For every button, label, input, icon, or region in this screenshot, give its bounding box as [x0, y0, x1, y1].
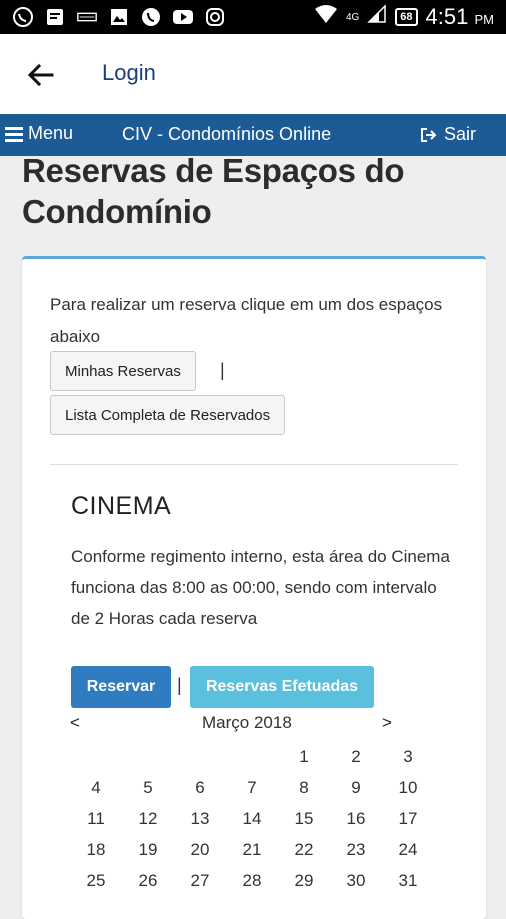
- calendar-day[interactable]: 4: [70, 772, 122, 803]
- calendar-day[interactable]: 29: [278, 865, 330, 896]
- calendar-day[interactable]: 6: [174, 772, 226, 803]
- calendar-day[interactable]: 3: [382, 741, 434, 772]
- hamburger-icon: [5, 126, 23, 142]
- app-bar-title: Login: [102, 60, 156, 85]
- intro-text: Para realizar um reserva clique em um do…: [50, 295, 443, 346]
- calendar-day[interactable]: 18: [70, 834, 122, 865]
- notification-icon: [76, 6, 98, 28]
- reservations-card: Para realizar um reserva clique em um do…: [22, 256, 486, 919]
- site-title: CIV - Condomínios Online: [122, 124, 332, 144]
- gallery-icon: [108, 6, 130, 28]
- phone-icon: [140, 6, 162, 28]
- calendar-empty-cell: [70, 741, 122, 772]
- menu-button[interactable]: Menu: [5, 123, 73, 144]
- calendar-prev-button[interactable]: <: [70, 713, 80, 733]
- calendar-day[interactable]: 10: [382, 772, 434, 803]
- clock-time: 4:51: [425, 4, 469, 29]
- system-status: 4G 68 4:51 PM: [314, 0, 494, 34]
- reserve-button[interactable]: Reservar: [71, 666, 171, 708]
- status-bar: 4G 68 4:51 PM: [0, 0, 506, 34]
- divider: [50, 464, 458, 465]
- calendar-day[interactable]: 24: [382, 834, 434, 865]
- calendar-day[interactable]: 16: [330, 803, 382, 834]
- clock: 4:51 PM: [426, 4, 494, 30]
- space-description: Conforme regimento interno, esta área do…: [71, 547, 450, 628]
- calendar-next-button[interactable]: >: [382, 713, 392, 733]
- calendar-day[interactable]: 17: [382, 803, 434, 834]
- network-type: 4G: [345, 11, 360, 23]
- calendar-day[interactable]: 21: [226, 834, 278, 865]
- calendar-day[interactable]: 9: [330, 772, 382, 803]
- signal-icon: [367, 4, 387, 30]
- back-button[interactable]: [24, 58, 58, 92]
- wifi-icon: [314, 4, 338, 30]
- calendar-day[interactable]: 31: [382, 865, 434, 896]
- calendar-grid: 1 2 3 4 5 6 7 8 9 10 11 12 13 14 15 16 17 18 19 20 21 22 23 24 2…: [70, 741, 434, 896]
- my-reservations-button[interactable]: Minhas Reservas: [50, 351, 196, 391]
- calendar-day[interactable]: 27: [174, 865, 226, 896]
- clock-ampm: PM: [474, 12, 495, 27]
- calendar-day[interactable]: 1: [278, 741, 330, 772]
- calendar-day[interactable]: 19: [122, 834, 174, 865]
- calendar-empty-cell: [122, 741, 174, 772]
- battery-level: 68: [400, 11, 413, 23]
- calendar-month: Março 2018: [202, 713, 292, 732]
- calendar-day[interactable]: 20: [174, 834, 226, 865]
- calendar-day[interactable]: 22: [278, 834, 330, 865]
- app-bar: Login: [0, 34, 506, 114]
- menu-label: Menu: [28, 123, 74, 143]
- calendar-day[interactable]: 30: [330, 865, 382, 896]
- calendar-day[interactable]: 12: [122, 803, 174, 834]
- separator: |: [220, 360, 225, 380]
- message-icon: [44, 6, 66, 28]
- separator: |: [177, 675, 182, 695]
- calendar-day[interactable]: 26: [122, 865, 174, 896]
- calendar-empty-cell: [174, 741, 226, 772]
- calendar-day[interactable]: 23: [330, 834, 382, 865]
- calendar-day[interactable]: 14: [226, 803, 278, 834]
- calendar-day[interactable]: 11: [70, 803, 122, 834]
- done-reservations-button[interactable]: Reservas Efetuadas: [190, 666, 374, 708]
- calendar-day[interactable]: 28: [226, 865, 278, 896]
- calendar-day[interactable]: 13: [174, 803, 226, 834]
- calendar-empty-cell: [226, 741, 278, 772]
- calendar-day[interactable]: 2: [330, 741, 382, 772]
- battery-icon: 68: [395, 8, 418, 26]
- calendar-day[interactable]: 5: [122, 772, 174, 803]
- calendar-day[interactable]: 25: [70, 865, 122, 896]
- whatsapp-icon: [12, 6, 34, 28]
- page-title: Reservas de Espaços do Condomínio: [22, 152, 405, 230]
- instagram-icon: [204, 6, 226, 28]
- logout-button[interactable]: Sair: [420, 124, 476, 145]
- logout-label: Sair: [443, 124, 476, 144]
- notification-icons: [12, 6, 226, 28]
- calendar-day[interactable]: 8: [278, 772, 330, 803]
- youtube-icon: [172, 6, 194, 28]
- arrow-left-icon: [27, 63, 54, 87]
- space-name: CINEMA: [71, 492, 172, 520]
- calendar-day[interactable]: 7: [226, 772, 278, 803]
- sign-out-icon: [420, 127, 437, 142]
- full-list-button[interactable]: Lista Completa de Reservados: [50, 395, 286, 435]
- calendar-day[interactable]: 15: [278, 803, 330, 834]
